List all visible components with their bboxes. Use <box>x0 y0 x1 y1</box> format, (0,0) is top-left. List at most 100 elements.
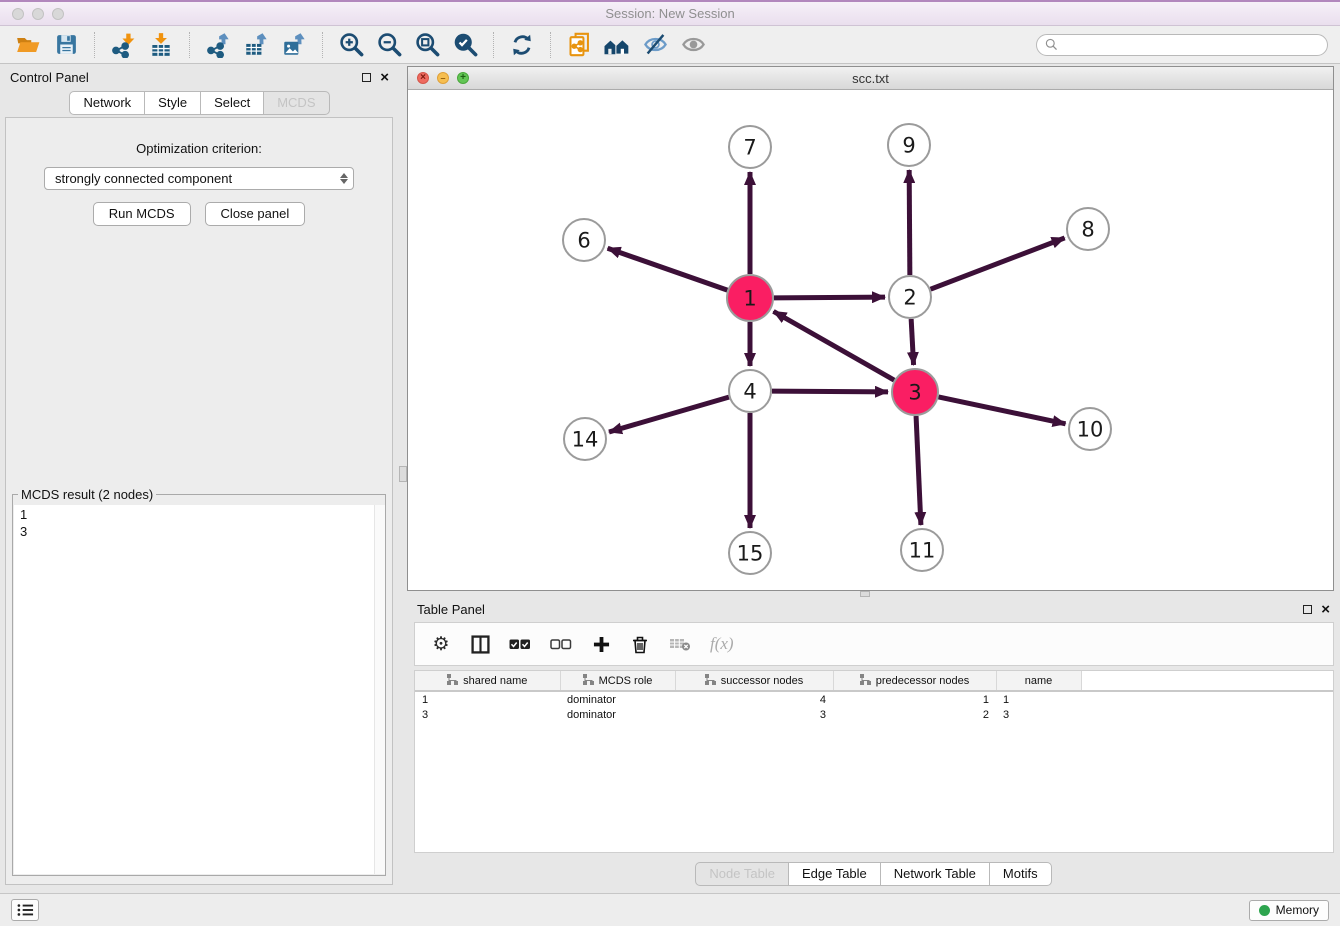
column-header-predecessor-nodes[interactable]: predecessor nodes <box>833 671 996 691</box>
graph-node-3[interactable]: 3 <box>892 369 938 415</box>
table-cell[interactable]: 1 <box>996 691 1081 707</box>
open-folder-icon <box>15 32 41 58</box>
result-scrollbar[interactable] <box>374 505 385 874</box>
network-canvas[interactable]: 1 2 3 4 6 7 8 9 10 11 14 15 <box>408 90 1333 590</box>
table-cell[interactable]: 2 <box>833 707 996 723</box>
node-label: 8 <box>1081 218 1094 242</box>
table-cell[interactable]: 1 <box>415 691 560 707</box>
import-network-button[interactable] <box>107 30 139 60</box>
show-all-button[interactable] <box>677 30 709 60</box>
graph-node-10[interactable]: 10 <box>1069 408 1111 450</box>
search-input[interactable] <box>1063 38 1319 52</box>
table-settings-button[interactable]: ⚙ <box>431 635 451 654</box>
search-box[interactable] <box>1036 34 1328 56</box>
column-header-MCDS-role[interactable]: MCDS role <box>560 671 675 691</box>
table-row: 1dominator411 <box>415 691 1333 707</box>
graph-node-7[interactable]: 7 <box>729 126 771 168</box>
criterion-dropdown[interactable]: strongly connected component <box>44 167 354 190</box>
graph-edge-2-8[interactable] <box>931 238 1065 289</box>
table-tab-edge-table[interactable]: Edge Table <box>788 862 881 886</box>
unselect-all-columns-button[interactable] <box>550 639 572 650</box>
column-header-name[interactable]: name <box>996 671 1081 691</box>
memory-button[interactable]: Memory <box>1249 900 1329 921</box>
table-tab-motifs[interactable]: Motifs <box>989 862 1052 886</box>
zoom-selected-button[interactable] <box>449 30 481 60</box>
graph-edge-4-3[interactable] <box>772 391 888 392</box>
maximize-network-button[interactable] <box>457 72 469 84</box>
export-image-button[interactable] <box>278 30 310 60</box>
node-label: 6 <box>577 229 590 253</box>
zoom-out-button[interactable] <box>373 30 405 60</box>
graph-node-14[interactable]: 14 <box>564 418 606 460</box>
column-header-shared-name[interactable]: shared name <box>415 671 560 691</box>
graph-edge-4-14[interactable] <box>609 397 729 432</box>
graph-node-11[interactable]: 11 <box>901 529 943 571</box>
main-toolbar <box>0 26 1340 64</box>
graph-edge-2-3[interactable] <box>911 319 913 365</box>
graph-node-4[interactable]: 4 <box>729 370 771 412</box>
network-window-titlebar[interactable]: scc.txt <box>408 67 1333 90</box>
open-session-button[interactable] <box>12 30 44 60</box>
apply-preferred-layout-button[interactable] <box>506 30 538 60</box>
graph-node-15[interactable]: 15 <box>729 532 771 574</box>
graph-edge-3-11[interactable] <box>916 416 921 525</box>
graph-edge-3-1[interactable] <box>773 311 894 380</box>
eye-slash-icon <box>642 31 669 58</box>
save-session-button[interactable] <box>50 30 82 60</box>
select-all-columns-button[interactable] <box>509 639 531 650</box>
toolbar-separator <box>94 32 95 58</box>
table-cell[interactable]: dominator <box>560 691 675 707</box>
import-table-button[interactable] <box>145 30 177 60</box>
column-header-successor-nodes[interactable]: successor nodes <box>675 671 833 691</box>
first-neighbors-button[interactable] <box>601 30 633 60</box>
houses-icon <box>603 32 632 58</box>
close-panel-button[interactable]: Close panel <box>205 202 306 226</box>
control-tab-mcds[interactable]: MCDS <box>263 91 329 115</box>
table-tab-network-table[interactable]: Network Table <box>880 862 990 886</box>
float-panel-icon[interactable] <box>362 73 371 82</box>
mcds-result-title: MCDS result (2 nodes) <box>18 487 156 502</box>
table-cell[interactable]: 3 <box>675 707 833 723</box>
table-tab-node-table[interactable]: Node Table <box>695 862 789 886</box>
minimize-network-button[interactable] <box>437 72 449 84</box>
graph-edge-1-2[interactable] <box>774 297 885 298</box>
vertical-splitter-handle[interactable] <box>399 466 407 482</box>
export-network-button[interactable] <box>202 30 234 60</box>
show-columns-button[interactable] <box>470 635 490 654</box>
table-cell[interactable]: 4 <box>675 691 833 707</box>
close-panel-icon[interactable]: × <box>380 73 389 83</box>
graph-edge-3-10[interactable] <box>938 397 1065 424</box>
table-cell[interactable]: 3 <box>996 707 1081 723</box>
window-title: Session: New Session <box>0 6 1340 21</box>
close-network-button[interactable] <box>417 72 429 84</box>
create-column-button[interactable] <box>591 636 611 653</box>
table-panel-header: Table Panel × <box>407 597 1340 620</box>
zoom-in-button[interactable] <box>335 30 367 60</box>
float-table-panel-icon[interactable] <box>1303 605 1312 614</box>
mcds-result-list[interactable]: 13 <box>14 505 384 874</box>
table-cell[interactable]: 1 <box>833 691 996 707</box>
export-table-button[interactable] <box>240 30 272 60</box>
columns-icon <box>471 635 490 654</box>
graph-node-2[interactable]: 2 <box>889 276 931 318</box>
graph-node-9[interactable]: 9 <box>888 124 930 166</box>
delete-columns-button[interactable] <box>630 635 650 654</box>
control-tab-style[interactable]: Style <box>144 91 201 115</box>
zoom-fit-content-button[interactable] <box>411 30 443 60</box>
delete-table-button[interactable] <box>669 636 691 652</box>
control-tab-select[interactable]: Select <box>200 91 264 115</box>
function-builder-button[interactable]: f(x) <box>710 634 734 654</box>
graph-node-8[interactable]: 8 <box>1067 208 1109 250</box>
graph-edge-1-6[interactable] <box>608 248 728 290</box>
table-cell[interactable]: dominator <box>560 707 675 723</box>
graph-node-1[interactable]: 1 <box>727 275 773 321</box>
run-mcds-button[interactable]: Run MCDS <box>93 202 191 226</box>
control-tab-network[interactable]: Network <box>69 91 145 115</box>
new-network-from-selection-button[interactable] <box>563 30 595 60</box>
graph-edge-2-9[interactable] <box>909 170 910 275</box>
hide-selected-button[interactable] <box>639 30 671 60</box>
task-history-button[interactable] <box>11 899 39 921</box>
table-cell[interactable]: 3 <box>415 707 560 723</box>
close-table-panel-icon[interactable]: × <box>1321 605 1330 615</box>
graph-node-6[interactable]: 6 <box>563 219 605 261</box>
